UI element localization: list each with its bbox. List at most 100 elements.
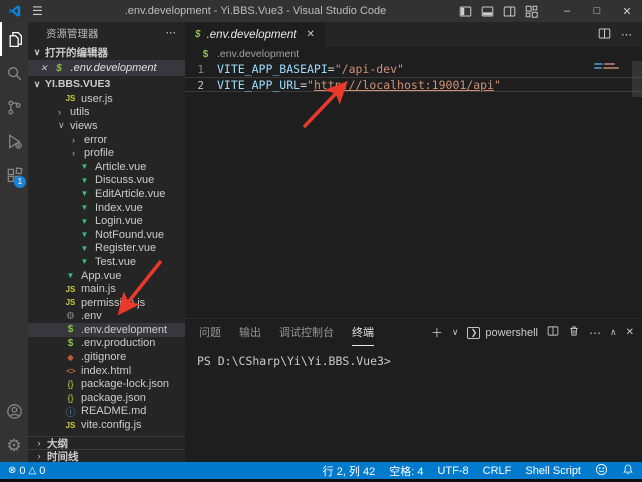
notifications-bell-icon[interactable] bbox=[622, 463, 634, 479]
js-file-icon: JS bbox=[64, 421, 77, 430]
split-editor-icon[interactable] bbox=[598, 27, 611, 43]
code-token: VITE_APP_URL bbox=[217, 78, 300, 91]
tab-bar: $ .env.development ✕ ⋯ bbox=[185, 22, 642, 47]
status-indentation[interactable]: 空格: 4 bbox=[389, 463, 423, 479]
split-terminal-icon[interactable] bbox=[547, 325, 559, 340]
close-window-button[interactable]: ✕ bbox=[612, 0, 642, 22]
problems-status-item[interactable]: ⊗ 0 △ 0 bbox=[8, 465, 45, 477]
explorer-more-actions-icon[interactable]: ⋯ bbox=[166, 27, 178, 39]
search-icon[interactable] bbox=[0, 56, 28, 90]
menu-icon[interactable]: ☰ bbox=[32, 4, 43, 18]
account-icon[interactable] bbox=[0, 394, 28, 428]
open-editor-item[interactable]: ✕ $ .env.development bbox=[28, 60, 185, 76]
terminal-dropdown-icon[interactable]: ∨ bbox=[452, 327, 459, 338]
tree-item[interactable]: $.env.development bbox=[28, 323, 185, 337]
tab-close-icon[interactable]: ✕ bbox=[307, 29, 315, 40]
vue-file-icon: ▼ bbox=[78, 203, 91, 212]
close-panel-icon[interactable]: ✕ bbox=[626, 328, 634, 338]
tree-item-label: vite.config.js bbox=[81, 419, 142, 431]
tab-env-development[interactable]: $ .env.development ✕ bbox=[185, 22, 325, 47]
open-editors-label: 打开的编辑器 bbox=[45, 45, 108, 60]
customize-layout-icon[interactable] bbox=[525, 5, 538, 18]
terminal-icon: ❯ bbox=[467, 327, 480, 339]
status-eol[interactable]: CRLF bbox=[483, 465, 512, 477]
tree-item[interactable]: JSpermission.js bbox=[28, 296, 185, 310]
status-cursor-position[interactable]: 行 2, 列 42 bbox=[323, 463, 376, 479]
tree-item[interactable]: {}package-lock.json bbox=[28, 377, 185, 391]
open-editors-section[interactable]: ∨ 打开的编辑器 bbox=[28, 44, 185, 60]
project-root-section[interactable]: ∨ YI.BBS.VUE3 bbox=[28, 76, 185, 92]
editor-scrollbar[interactable] bbox=[632, 61, 642, 97]
explorer-sidebar: 资源管理器 ⋯ ∨ 打开的编辑器 ✕ $ .env.development ∨ … bbox=[28, 22, 185, 462]
tree-item[interactable]: ▼Index.vue bbox=[28, 201, 185, 215]
tree-item[interactable]: JSuser.js bbox=[28, 92, 185, 106]
source-control-icon[interactable] bbox=[0, 90, 28, 124]
line-number: 2 bbox=[185, 78, 217, 91]
status-encoding[interactable]: UTF-8 bbox=[437, 465, 468, 477]
toggle-panel-icon[interactable] bbox=[481, 5, 494, 18]
tree-item[interactable]: ›error bbox=[28, 133, 185, 147]
panel-tab[interactable]: 输出 bbox=[239, 319, 261, 346]
tree-item[interactable]: ›utils bbox=[28, 106, 185, 120]
window-title: .env.development - Yi.BBS.Vue3 - Visual … bbox=[52, 5, 459, 17]
kill-terminal-icon[interactable] bbox=[568, 325, 580, 340]
settings-gear-icon[interactable]: ⚙ bbox=[0, 428, 28, 462]
outline-section[interactable]: › 大纲 bbox=[28, 436, 185, 449]
tree-item[interactable]: ∨views bbox=[28, 119, 185, 133]
tree-item[interactable]: JS vite.config.js bbox=[28, 418, 185, 432]
tree-item[interactable]: ▼NotFound.vue bbox=[28, 228, 185, 242]
panel-tab[interactable]: 调试控制台 bbox=[279, 319, 334, 346]
tree-item[interactable]: ⚙.env bbox=[28, 310, 185, 324]
chevron-down-icon: ∨ bbox=[32, 79, 42, 90]
code-line[interactable]: 2VITE_APP_URL="http://localhost:19001/ap… bbox=[185, 77, 642, 92]
code-link[interactable]: http://localhost:19001/api bbox=[314, 78, 494, 91]
toggle-sidebar-icon[interactable] bbox=[459, 5, 472, 18]
panel-tab[interactable]: 终端 bbox=[352, 319, 374, 346]
code-editor[interactable]: 1VITE_APP_BASEAPI="/api-dev"2VITE_APP_UR… bbox=[185, 61, 642, 318]
tree-item[interactable]: ▼Article.vue bbox=[28, 160, 185, 174]
tree-item[interactable]: ⓘREADME.md bbox=[28, 405, 185, 419]
new-terminal-icon[interactable]: ＋ bbox=[431, 327, 443, 339]
warning-count: 0 bbox=[39, 465, 45, 477]
tree-item[interactable]: <>index.html bbox=[28, 364, 185, 378]
tree-item[interactable]: ▼ EditArticle.vue bbox=[28, 187, 185, 201]
tree-item[interactable]: ◆.gitignore bbox=[28, 350, 185, 364]
extensions-icon[interactable]: 1 bbox=[0, 158, 28, 192]
tree-item-label: error bbox=[84, 134, 107, 146]
maximize-panel-icon[interactable]: ∧ bbox=[610, 327, 617, 338]
tree-item[interactable]: ▼Discuss.vue bbox=[28, 174, 185, 188]
line-number: 1 bbox=[185, 62, 217, 77]
minimap[interactable] bbox=[594, 63, 630, 71]
code-token: VITE_APP_BASEAPI bbox=[217, 62, 328, 77]
vue-file-icon: ▼ bbox=[78, 176, 91, 185]
vue-file-icon: ▼ bbox=[78, 189, 91, 198]
tree-item[interactable]: $.env.production bbox=[28, 337, 185, 351]
maximize-button[interactable]: □ bbox=[582, 0, 612, 22]
editor-more-actions-icon[interactable]: ⋯ bbox=[621, 28, 632, 41]
tree-item-label: EditArticle.vue bbox=[95, 188, 165, 200]
tree-item[interactable]: ▼App.vue bbox=[28, 269, 185, 283]
tree-item[interactable]: {}package.json bbox=[28, 391, 185, 405]
terminal-output[interactable]: PS D:\CSharp\Yi\Yi.BBS.Vue3> bbox=[185, 346, 642, 368]
panel-more-actions-icon[interactable]: ⋯ bbox=[589, 327, 601, 339]
shellscript-file-icon: $ bbox=[53, 63, 66, 74]
breadcrumb[interactable]: $ .env.development bbox=[185, 47, 642, 61]
minimize-button[interactable]: – bbox=[552, 0, 582, 22]
tree-item[interactable]: ▼Test.vue bbox=[28, 255, 185, 269]
tree-item[interactable]: JSmain.js bbox=[28, 282, 185, 296]
timeline-section[interactable]: › 时间线 bbox=[28, 449, 185, 462]
toggle-secondary-sidebar-icon[interactable] bbox=[503, 5, 516, 18]
tree-item[interactable]: ›profile bbox=[28, 146, 185, 160]
close-editor-icon[interactable]: ✕ bbox=[40, 63, 48, 74]
breadcrumb-filename: .env.development bbox=[217, 48, 299, 60]
code-line[interactable]: 1VITE_APP_BASEAPI="/api-dev" bbox=[185, 62, 642, 77]
status-language-mode[interactable]: Shell Script bbox=[525, 465, 581, 477]
code-token: " bbox=[494, 78, 501, 91]
run-debug-icon[interactable] bbox=[0, 124, 28, 158]
tree-item[interactable]: ▼Register.vue bbox=[28, 242, 185, 256]
explorer-icon[interactable] bbox=[0, 22, 28, 56]
tree-item[interactable]: ▼Login.vue bbox=[28, 214, 185, 228]
terminal-shell-item[interactable]: ❯ powershell bbox=[467, 327, 538, 339]
feedback-icon[interactable] bbox=[595, 463, 608, 479]
panel-tab[interactable]: 问题 bbox=[199, 319, 221, 346]
